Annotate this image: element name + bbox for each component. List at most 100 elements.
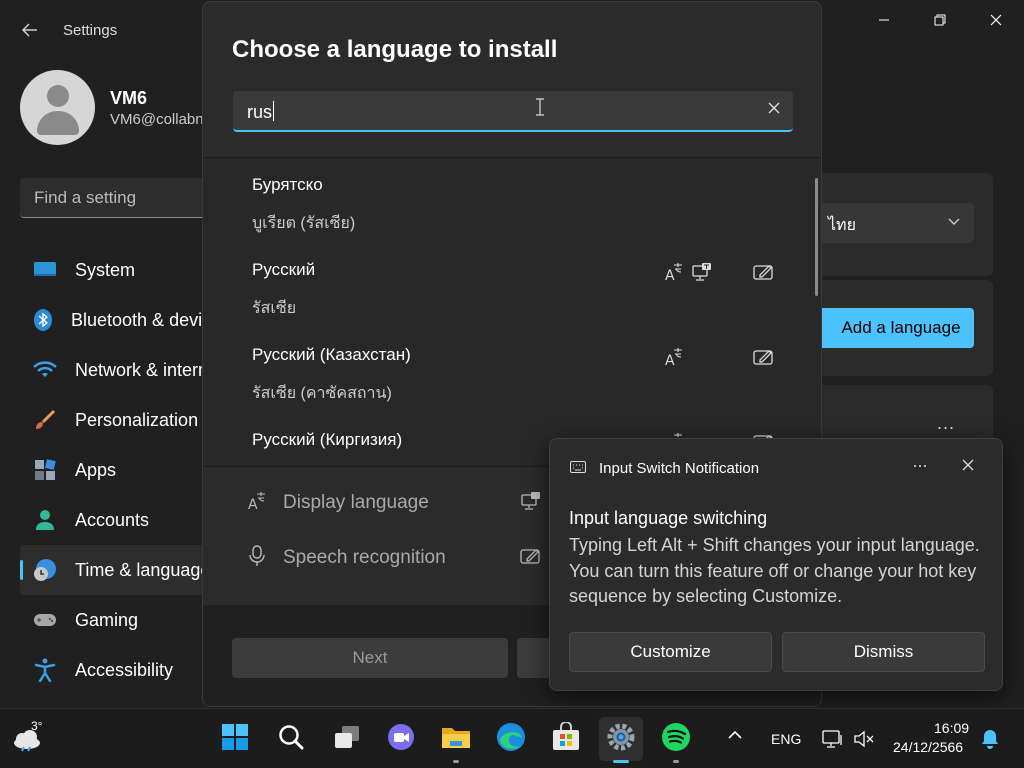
search-button[interactable] — [269, 717, 313, 761]
language-native-name: บูเรียต (รัสเซีย) — [252, 215, 356, 232]
sidebar-item-network[interactable]: Network & internet — [20, 345, 223, 395]
handwriting-icon — [752, 345, 776, 369]
add-language-button[interactable]: Add a language — [818, 308, 974, 348]
time-language-icon — [33, 558, 57, 582]
network-icon[interactable] — [822, 728, 844, 750]
next-button[interactable]: Next — [232, 638, 508, 678]
close-window-button[interactable] — [968, 0, 1024, 40]
sidebar-item-bluetooth[interactable]: Bluetooth & devices — [20, 295, 230, 345]
start-button[interactable] — [213, 717, 257, 761]
sidebar-item-accounts[interactable]: Accounts — [20, 495, 220, 545]
customize-button[interactable]: Customize — [569, 632, 772, 672]
region-format-value: ไทย — [828, 217, 856, 234]
legend-speech-recognition: Speech recognition — [247, 543, 540, 573]
brush-icon — [33, 408, 57, 432]
settings-taskbar-button[interactable] — [599, 717, 643, 763]
running-indicator — [453, 760, 459, 763]
store-button[interactable] — [544, 717, 588, 761]
weather-temperature: 3° — [31, 719, 43, 733]
handwriting-icon — [520, 546, 542, 571]
sidebar-item-gaming[interactable]: Gaming — [20, 595, 220, 645]
language-name: Бурятско — [252, 175, 323, 194]
task-view-icon — [333, 723, 361, 756]
dialog-title: Choose a language to install — [232, 36, 558, 63]
teams-chat-button[interactable] — [379, 717, 423, 761]
dismiss-button[interactable]: Dismiss — [782, 632, 985, 672]
notification-bell-icon[interactable] — [980, 728, 1000, 750]
display-language-icon — [690, 260, 714, 284]
sidebar-item-system[interactable]: System — [20, 245, 220, 295]
back-arrow-icon[interactable] — [20, 20, 40, 40]
sidebar-item-label: Time & language — [75, 559, 211, 580]
language-search-input[interactable]: rus — [233, 91, 793, 132]
accessibility-icon — [33, 658, 57, 682]
handwriting-icon — [752, 260, 776, 284]
sidebar-item-time-language[interactable]: Time & language — [20, 545, 220, 595]
sidebar-item-apps[interactable]: Apps — [20, 445, 220, 495]
system-icon — [33, 258, 57, 282]
text-to-speech-icon: A — [247, 491, 271, 516]
gaming-icon — [33, 608, 57, 632]
more-options-icon[interactable]: ... — [937, 413, 955, 434]
edge-button[interactable] — [489, 717, 533, 761]
active-indicator — [613, 760, 629, 763]
network-icon — [33, 358, 57, 382]
sidebar-item-label: Accounts — [75, 509, 150, 530]
gear-icon — [606, 722, 636, 757]
minimize-button[interactable] — [856, 0, 912, 40]
folder-icon — [441, 724, 471, 755]
sidebar-item-label: System — [75, 259, 136, 280]
taskbar: 3° ENG 16:09 24/12/2566 — [0, 708, 1024, 768]
more-options-icon[interactable] — [912, 457, 928, 478]
sidebar-item-label: Apps — [75, 459, 117, 480]
sidebar-nav: System Bluetooth & devices Network & int… — [20, 245, 230, 695]
app-title: Settings — [63, 22, 118, 39]
list-item[interactable]: Русский รัสเซีย A — [252, 260, 782, 345]
spotify-icon — [661, 722, 691, 757]
chevron-up-icon[interactable] — [728, 727, 742, 745]
notification-body: Typing Left Alt + Shift changes your inp… — [569, 535, 980, 606]
region-format-select[interactable]: ไทย — [818, 203, 974, 243]
sidebar-item-personalization[interactable]: Personalization — [20, 395, 220, 445]
display-language-icon — [520, 491, 542, 516]
restore-button[interactable] — [912, 0, 968, 40]
clock-date[interactable]: 24/12/2566 — [893, 739, 963, 755]
sidebar-item-label: Gaming — [75, 609, 139, 630]
search-value: rus — [247, 102, 273, 122]
text-to-speech-icon: A — [662, 260, 686, 284]
keyboard-icon — [570, 460, 586, 476]
clock-time[interactable]: 16:09 — [934, 720, 969, 736]
clear-search-icon[interactable] — [767, 99, 781, 120]
language-name: Русский — [252, 260, 316, 279]
bluetooth-icon — [33, 308, 53, 332]
legend-display-language: A Display language — [247, 488, 540, 518]
close-icon[interactable] — [961, 457, 975, 477]
svg-text:A: A — [248, 497, 258, 511]
list-item[interactable]: Русский (Казахстан) รัสเซีย (คาซัคสถาน) … — [252, 345, 782, 430]
volume-muted-icon[interactable] — [853, 728, 875, 750]
spotify-button[interactable] — [654, 717, 698, 763]
svg-text:A: A — [665, 353, 675, 367]
language-native-name: รัสเซีย — [252, 300, 297, 317]
find-setting-input[interactable]: Find a setting — [20, 178, 220, 218]
search-icon — [277, 723, 305, 756]
language-name: Русский (Казахстан) — [252, 345, 411, 364]
task-view-button[interactable] — [325, 717, 369, 761]
sidebar-item-accessibility[interactable]: Accessibility — [20, 645, 220, 695]
language-list: Бурятско บูเรียต (รัสเซีย) Русский รัสเซ… — [203, 158, 821, 466]
legend-label: Speech recognition — [283, 547, 446, 568]
file-explorer-button[interactable] — [434, 717, 478, 763]
chat-icon — [387, 723, 415, 756]
sidebar-item-label: Personalization — [75, 409, 199, 430]
apps-icon — [33, 458, 57, 482]
accounts-icon — [33, 508, 57, 532]
edge-icon — [496, 722, 526, 757]
svg-text:A: A — [665, 268, 675, 282]
list-scrollbar[interactable] — [815, 178, 818, 296]
list-item[interactable]: Бурятско บูเรียต (รัสเซีย) — [252, 175, 782, 260]
microphone-icon — [247, 544, 271, 572]
avatar[interactable] — [20, 70, 95, 145]
language-entry-card — [800, 385, 993, 445]
chevron-down-icon — [948, 213, 960, 229]
input-language-indicator[interactable]: ENG — [771, 731, 801, 747]
